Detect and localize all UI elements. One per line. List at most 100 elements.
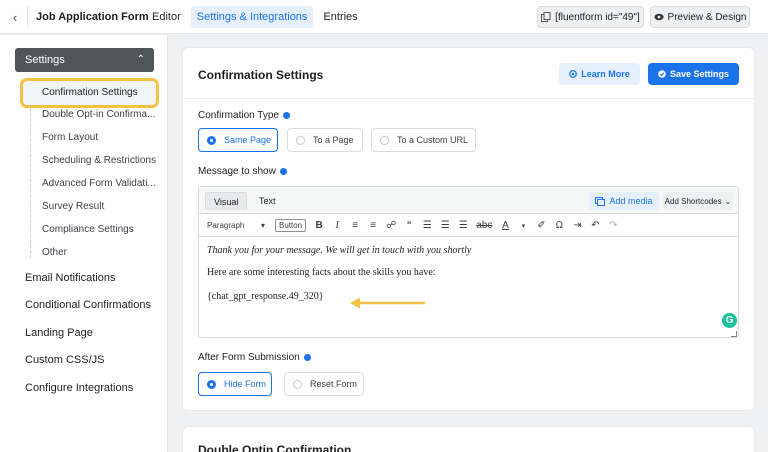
caret-down-icon: ▾ bbox=[260, 221, 265, 230]
copy-icon bbox=[541, 12, 551, 22]
divider bbox=[27, 6, 28, 28]
tab-visual[interactable]: Visual bbox=[205, 192, 248, 210]
shortcode-text: [fluentform id="49"] bbox=[555, 11, 640, 23]
panel-divider bbox=[183, 98, 754, 99]
sidebar-item-double-optin[interactable]: Double Opt-in Confirma... bbox=[42, 109, 155, 120]
paragraph-format-select[interactable]: Paragraph ▾ bbox=[205, 218, 267, 233]
bullet-list-icon[interactable]: ≡ bbox=[350, 220, 360, 231]
top-bar: ‹ Job Application Form Editor Settings &… bbox=[0, 0, 768, 34]
sidebar-item-email-notifications[interactable]: Email Notifications bbox=[25, 272, 115, 284]
sidebar-item-confirmation-settings[interactable]: Confirmation Settings bbox=[20, 78, 159, 108]
message-line: Here are some interesting facts about th… bbox=[207, 267, 436, 278]
label-text: Message to show bbox=[198, 166, 276, 177]
double-optin-panel: Double Optin Confirmation bbox=[183, 427, 754, 452]
align-left-icon[interactable]: ☰ bbox=[422, 220, 432, 231]
info-icon[interactable] bbox=[303, 354, 311, 361]
resize-handle[interactable] bbox=[731, 331, 737, 337]
tab-editor[interactable]: Editor bbox=[146, 6, 187, 28]
radio-indicator bbox=[380, 135, 389, 145]
special-character-icon[interactable]: Ω bbox=[554, 220, 564, 231]
top-nav: Editor Settings & Integrations Entries bbox=[146, 6, 364, 28]
learn-more-button[interactable]: Learn More bbox=[559, 63, 640, 85]
add-shortcodes-dropdown[interactable]: Add Shortcodes ⌄ bbox=[663, 192, 733, 210]
bold-icon[interactable]: B bbox=[314, 220, 324, 231]
chevron-up-icon: ⌃ bbox=[136, 54, 145, 65]
radio-indicator bbox=[207, 135, 216, 145]
text-color-icon[interactable]: A bbox=[500, 220, 510, 231]
back-button[interactable]: ‹ bbox=[4, 6, 26, 28]
radio-to-a-page[interactable]: To a Page bbox=[287, 128, 363, 152]
radio-label: To a Custom URL bbox=[397, 135, 469, 145]
grammarly-icon[interactable]: G bbox=[722, 313, 737, 328]
message-editor: Visual Text Add media Add Shortcodes ⌄ P… bbox=[198, 186, 739, 338]
radio-same-page[interactable]: Same Page bbox=[198, 128, 278, 152]
radio-label: Same Page bbox=[224, 135, 272, 145]
copy-shortcode-button[interactable]: [fluentform id="49"] bbox=[537, 6, 644, 28]
after-form-submission-label: After Form Submission bbox=[198, 352, 311, 363]
sidebar-item-advanced-validation[interactable]: Advanced Form Validati... bbox=[42, 178, 156, 189]
confirmation-type-label: Confirmation Type bbox=[198, 110, 290, 121]
eye-icon bbox=[654, 13, 664, 21]
chevron-left-icon: ‹ bbox=[12, 9, 18, 25]
preview-label: Preview & Design bbox=[667, 11, 747, 23]
radio-custom-url[interactable]: To a Custom URL bbox=[371, 128, 476, 152]
form-title: Job Application Form bbox=[36, 11, 149, 23]
numbered-list-icon[interactable]: ≡ bbox=[368, 220, 378, 231]
editor-toolbar: Paragraph ▾ Button B I ≡ ≡ ☍ “ ☰ ☰ ☰ abc… bbox=[199, 215, 738, 237]
align-right-icon[interactable]: ☰ bbox=[458, 220, 468, 231]
confirmation-settings-panel: Confirmation Settings Learn More Save Se… bbox=[183, 48, 754, 410]
sidebar-item-scheduling[interactable]: Scheduling & Restrictions bbox=[42, 155, 156, 166]
sidebar-item-survey-result[interactable]: Survey Result bbox=[42, 201, 104, 212]
save-settings-button[interactable]: Save Settings bbox=[648, 63, 739, 85]
sidebar-item-label: Confirmation Settings bbox=[42, 87, 138, 98]
tab-text[interactable]: Text bbox=[251, 192, 284, 210]
radio-label: To a Page bbox=[313, 135, 354, 145]
insert-button-tool[interactable]: Button bbox=[275, 219, 307, 232]
add-media-label: Add media bbox=[609, 196, 653, 206]
media-icon bbox=[595, 196, 606, 206]
indent-icon[interactable]: ⇥ bbox=[572, 220, 582, 231]
message-line: {chat_gpt_response.49_320} bbox=[207, 291, 324, 302]
sidebar-item-conditional-confirmations[interactable]: Conditional Confirmations bbox=[25, 299, 151, 311]
info-icon[interactable] bbox=[279, 168, 287, 175]
strikethrough-icon[interactable]: abc bbox=[476, 220, 492, 231]
tab-entries[interactable]: Entries bbox=[317, 6, 363, 28]
format-value: Paragraph bbox=[207, 221, 245, 230]
preview-design-button[interactable]: Preview & Design bbox=[650, 6, 750, 28]
sidebar-settings-toggle[interactable]: Settings ⌃ bbox=[15, 48, 154, 72]
label-text: Confirmation Type bbox=[198, 110, 279, 121]
radio-hide-form[interactable]: Hide Form bbox=[198, 372, 272, 396]
add-shortcodes-label: Add Shortcodes bbox=[664, 196, 722, 206]
tab-settings-integrations[interactable]: Settings & Integrations bbox=[190, 6, 314, 28]
label-text: After Form Submission bbox=[198, 352, 300, 363]
settings-label: Settings bbox=[25, 54, 65, 66]
highlight-arrow bbox=[350, 297, 425, 309]
radio-label: Hide Form bbox=[224, 379, 267, 389]
blockquote-icon[interactable]: “ bbox=[404, 220, 414, 231]
message-to-show-label: Message to show bbox=[198, 166, 287, 177]
radio-label: Reset Form bbox=[310, 379, 358, 389]
sidebar-item-custom-css-js[interactable]: Custom CSS/JS bbox=[25, 354, 104, 366]
message-line: Thank you for your message. We will get … bbox=[207, 245, 472, 256]
align-center-icon[interactable]: ☰ bbox=[440, 220, 450, 231]
clear-formatting-icon[interactable]: ✐ bbox=[536, 220, 546, 231]
radio-reset-form[interactable]: Reset Form bbox=[284, 372, 364, 396]
link-icon[interactable]: ☍ bbox=[386, 220, 396, 231]
page-title: Confirmation Settings bbox=[198, 68, 324, 82]
redo-icon[interactable]: ↷ bbox=[608, 220, 618, 231]
info-icon[interactable] bbox=[282, 112, 290, 119]
undo-icon[interactable]: ↶ bbox=[590, 220, 600, 231]
radio-indicator bbox=[296, 135, 305, 145]
chevron-down-icon: ⌄ bbox=[724, 196, 732, 206]
sidebar-item-form-layout[interactable]: Form Layout bbox=[42, 132, 98, 143]
sidebar-item-other[interactable]: Other bbox=[42, 247, 67, 258]
section-title: Double Optin Confirmation bbox=[198, 443, 352, 452]
sidebar-item-compliance[interactable]: Compliance Settings bbox=[42, 224, 134, 235]
color-caret-icon[interactable]: ▾ bbox=[518, 222, 528, 230]
radio-indicator bbox=[293, 379, 302, 389]
add-media-button[interactable]: Add media bbox=[589, 192, 659, 210]
italic-icon[interactable]: I bbox=[332, 220, 342, 231]
sidebar-item-landing-page[interactable]: Landing Page bbox=[25, 327, 93, 339]
sidebar-item-configure-integrations[interactable]: Configure Integrations bbox=[25, 382, 133, 394]
radio-indicator bbox=[207, 379, 216, 389]
